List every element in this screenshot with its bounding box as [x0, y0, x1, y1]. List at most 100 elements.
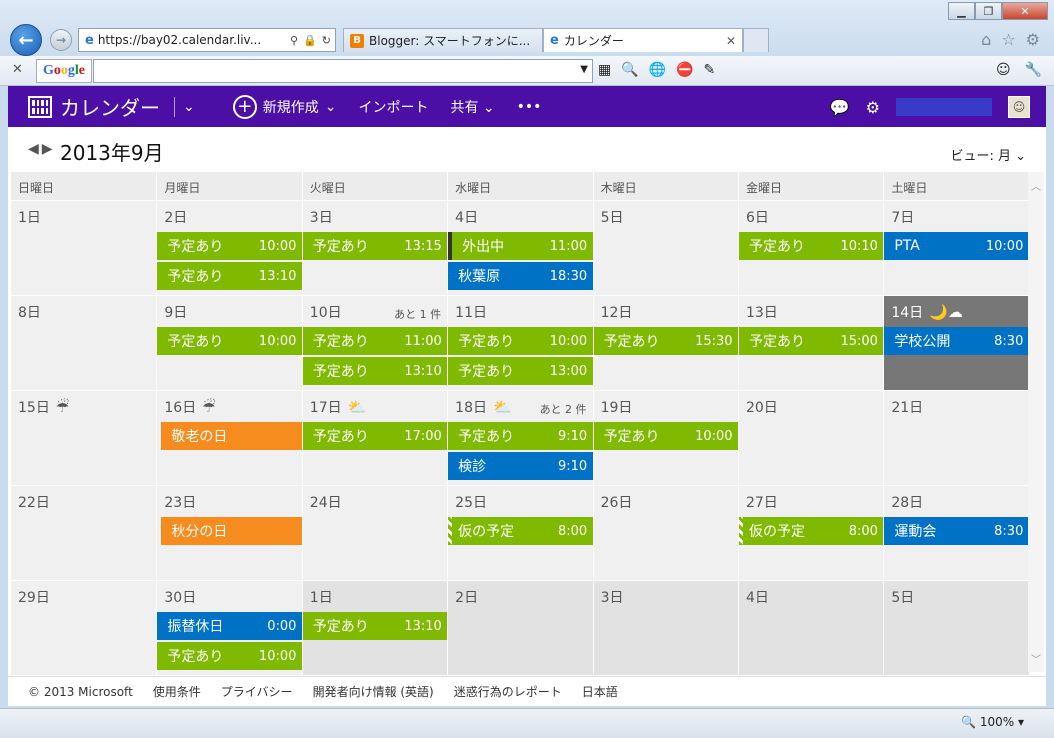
day-cell[interactable]: 30日 振替休日 0:00 予定あり 10:00 [156, 581, 302, 675]
calendar-event[interactable]: 予定あり 10:10 [738, 232, 884, 260]
close-window-button[interactable]: ✕ [1002, 2, 1048, 20]
gear-icon[interactable]: ⚙ [866, 98, 880, 117]
day-cell[interactable]: 21日 [883, 391, 1029, 485]
minimize-button[interactable]: ▁ [948, 2, 975, 20]
calendar-event[interactable]: 運動会 8:30 [884, 517, 1029, 545]
day-cell[interactable]: 7日 PTA 10:00 [883, 201, 1029, 295]
day-cell[interactable]: 1日 予定あり 13:10 [301, 581, 448, 675]
calendar-event[interactable]: 学校公開 8:30 [884, 327, 1029, 355]
user-name-bar[interactable] [896, 98, 992, 116]
google-search-input[interactable]: ▼ [93, 59, 593, 83]
day-cell[interactable]: 3日 予定あり 13:15 [301, 201, 448, 295]
calendar-event[interactable]: 秋分の日 [161, 517, 302, 545]
scrollbar[interactable]: ︿ ﹀ [1028, 172, 1044, 672]
footer-link[interactable]: 使用条件 [153, 683, 201, 700]
calendar-event[interactable]: 仮の予定 8:00 [448, 517, 592, 545]
chevron-up-icon[interactable]: ︿ [1031, 178, 1041, 193]
day-cell[interactable]: 5日 [883, 581, 1029, 675]
chevron-down-icon[interactable]: ⌄ [183, 99, 195, 115]
day-cell[interactable]: 29日 [11, 581, 157, 675]
globe-icon[interactable]: 🌐 [649, 62, 666, 78]
tab-calendar[interactable]: e カレンダー ✕ [543, 28, 743, 52]
new-event-button[interactable]: + 新規作成 ⌄ [232, 94, 336, 119]
share-button[interactable]: 共有 ⌄ [450, 97, 494, 117]
day-cell[interactable]: 10日 あと 1 件予定あり 11:00 予定あり 13:10 [301, 296, 448, 390]
google-apps-icon[interactable]: ▦ [598, 62, 611, 78]
calendar-event[interactable]: 外出中 11:00 [448, 232, 593, 260]
refresh-icon[interactable]: ↻ [322, 34, 331, 47]
day-cell[interactable]: 9日 予定あり 10:00 [156, 296, 302, 390]
close-icon[interactable]: ✕ [726, 34, 736, 48]
favorites-icon[interactable]: ☆ [1001, 30, 1015, 49]
footer-link[interactable]: 開発者向け情報 (英語) [313, 683, 434, 700]
day-cell[interactable]: 17日 ⛅ 予定あり 17:00 [301, 391, 448, 485]
day-cell[interactable]: 5日 [592, 201, 738, 295]
app-title[interactable]: カレンダー [60, 92, 160, 121]
forward-button[interactable]: → [50, 29, 72, 51]
calendar-event[interactable]: 予定あり 13:10 [157, 262, 302, 290]
day-cell[interactable]: 19日 予定あり 10:00 [592, 391, 738, 485]
highlighter-icon[interactable]: ✎ [704, 62, 716, 78]
feedback-icon[interactable]: 💬 [830, 98, 850, 117]
calendar-event[interactable]: 予定あり 13:00 [448, 357, 593, 385]
day-cell[interactable]: 14日 🌙☁ 学校公開 8:30 [883, 296, 1029, 390]
calendar-event[interactable]: 予定あり 13:10 [302, 357, 448, 385]
more-events-link[interactable]: あと 2 件 [540, 401, 587, 417]
next-month-icon[interactable]: ▶ [42, 141, 53, 157]
close-icon[interactable]: ✕ [12, 62, 23, 77]
day-cell[interactable]: 18日 ⛅ あと 2 件予定あり 9:10 検診 9:10 [447, 391, 593, 485]
day-cell[interactable]: 27日 仮の予定 8:00 [737, 486, 884, 580]
day-cell[interactable]: 6日 予定あり 10:10 [737, 201, 884, 295]
day-cell[interactable]: 25日 仮の予定 8:00 [447, 486, 593, 580]
day-cell[interactable]: 23日 秋分の日 [156, 486, 302, 580]
day-cell[interactable]: 4日 外出中 11:00 秋葉原 18:30 [447, 201, 593, 295]
calendar-event[interactable]: 予定あり 17:00 [302, 422, 448, 450]
calendar-event[interactable]: 秋葉原 18:30 [448, 262, 593, 290]
day-cell[interactable]: 16日 ☔ 敬老の日 [156, 391, 302, 485]
day-cell[interactable]: 4日 [737, 581, 884, 675]
import-button[interactable]: インポート [358, 97, 428, 117]
calendar-event[interactable]: 予定あり 15:30 [593, 327, 738, 355]
day-cell[interactable]: 15日 ☔ [11, 391, 157, 485]
calendar-grid-icon[interactable] [28, 95, 52, 118]
day-cell[interactable]: 2日 予定あり 10:00 予定あり 13:10 [156, 201, 302, 295]
more-events-link[interactable]: あと 1 件 [394, 306, 441, 322]
calendar-event[interactable]: 予定あり 13:10 [302, 612, 448, 640]
day-cell[interactable]: 3日 [592, 581, 738, 675]
new-tab-button[interactable] [743, 28, 769, 52]
day-cell[interactable]: 8日 [11, 296, 157, 390]
search-icon[interactable]: ⚲ [290, 34, 298, 47]
calendar-event[interactable]: 予定あり 10:00 [157, 642, 302, 670]
user-icon[interactable]: ☺ [996, 62, 1011, 78]
zoom-search-icon[interactable]: 🔍 [621, 62, 638, 78]
home-icon[interactable]: ⌂ [981, 30, 991, 49]
previous-month-icon[interactable]: ◀ [28, 141, 39, 157]
footer-link[interactable]: プライバシー [221, 683, 293, 700]
calendar-event[interactable]: 予定あり 9:10 [448, 422, 593, 450]
gear-icon[interactable]: ⚙ [1026, 30, 1040, 49]
day-cell[interactable]: 22日 [11, 486, 157, 580]
day-cell[interactable]: 26日 [592, 486, 738, 580]
footer-link[interactable]: 迷惑行為のレポート [454, 683, 562, 700]
day-cell[interactable]: 13日 予定あり 15:00 [737, 296, 884, 390]
calendar-event[interactable]: 仮の予定 8:00 [739, 517, 883, 545]
calendar-event[interactable]: PTA 10:00 [884, 232, 1029, 260]
calendar-event[interactable]: 予定あり 10:00 [593, 422, 738, 450]
avatar[interactable]: ☺ [1008, 96, 1030, 118]
chevron-down-icon[interactable]: ▼ [580, 64, 588, 75]
day-cell[interactable]: 2日 [447, 581, 593, 675]
more-button[interactable]: ••• [517, 99, 542, 115]
calendar-event[interactable]: 予定あり 15:00 [738, 327, 884, 355]
zoom-level[interactable]: 🔍 100% ▾ [961, 715, 1024, 729]
chevron-down-icon[interactable]: ﹀ [1031, 651, 1041, 666]
day-cell[interactable]: 28日 運動会 8:30 [883, 486, 1029, 580]
wrench-icon[interactable]: 🔧 [1025, 62, 1042, 78]
calendar-event[interactable]: 敬老の日 [161, 422, 302, 450]
calendar-event[interactable]: 予定あり 10:00 [157, 232, 302, 260]
day-cell[interactable]: 11日 予定あり 10:00 予定あり 13:00 [447, 296, 593, 390]
address-bar[interactable]: e https://bay02.calendar.liv... ⚲ 🔒 ↻ [78, 28, 336, 52]
calendar-event[interactable]: 検診 9:10 [448, 452, 593, 480]
day-cell[interactable]: 24日 [301, 486, 448, 580]
calendar-event[interactable]: 振替休日 0:00 [157, 612, 302, 640]
back-button[interactable]: ← [10, 24, 42, 56]
